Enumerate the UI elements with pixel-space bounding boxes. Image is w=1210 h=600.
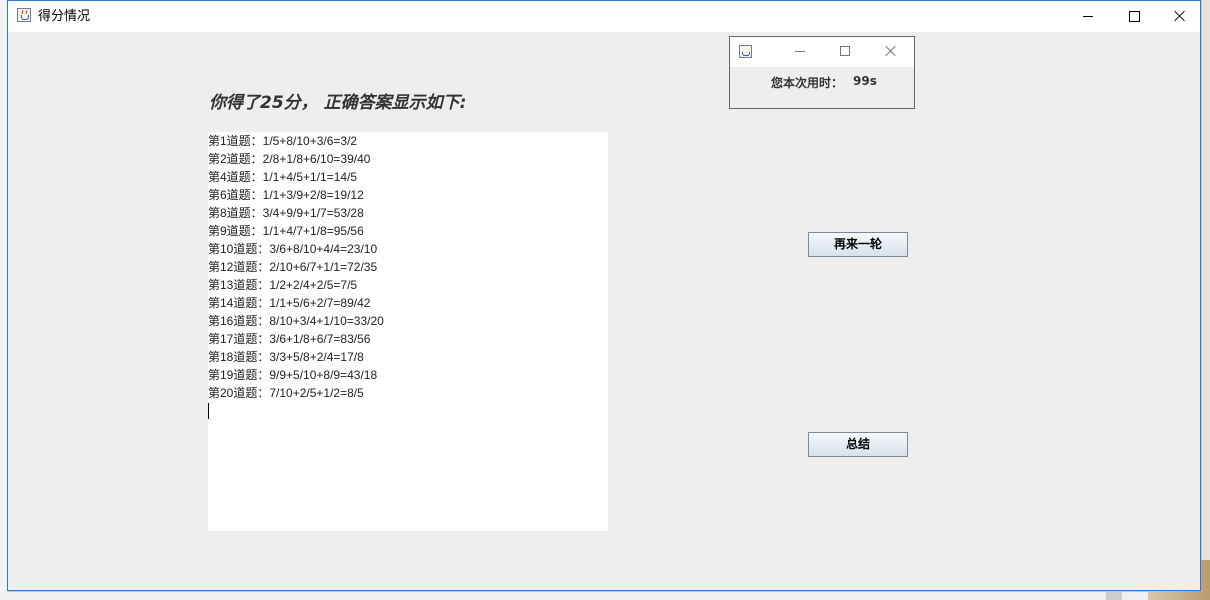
window-title: 得分情况 xyxy=(38,9,91,24)
desktop-background-right xyxy=(1202,0,1210,600)
answer-line: 第13道题：1/2+2/4+2/5=7/5 xyxy=(208,278,358,292)
answer-line: 第1道题：1/5+8/10+3/6=3/2 xyxy=(208,134,358,148)
maximize-icon[interactable] xyxy=(825,37,865,67)
elapsed-time-label: 您本次用时： xyxy=(771,76,844,90)
answer-line: 第17道题：3/6+1/8+6/7=83/56 xyxy=(208,332,371,346)
java-app-icon xyxy=(739,45,752,58)
desktop-background-bottom xyxy=(0,592,1210,600)
elapsed-time-value: 99s xyxy=(853,74,877,88)
summary-button[interactable]: 总结 xyxy=(808,432,908,457)
answer-line: 第18道题：3/3+5/8+2/4=17/8 xyxy=(208,350,364,364)
window-titlebar[interactable]: 得分情况 xyxy=(8,1,1200,32)
answer-line: 第4道题：1/1+4/5+1/1=14/5 xyxy=(208,170,358,184)
score-window: 得分情况 你得了25分， 正确答案显示如下: 第1道题：1/5+8/10+3/6… xyxy=(7,0,1201,591)
close-icon[interactable] xyxy=(870,37,910,67)
answer-line: 第19道题：9/9+5/10+8/9=43/18 xyxy=(208,368,378,382)
answer-line: 第20道题：7/10+2/5+1/2=8/5 xyxy=(208,386,364,400)
score-headline: 你得了25分， 正确答案显示如下: xyxy=(209,93,467,113)
answer-line: 第10道题：3/6+8/10+4/4=23/10 xyxy=(208,242,378,256)
answer-line: 第6道题：1/1+3/9+2/8=19/12 xyxy=(208,188,364,202)
timer-titlebar[interactable] xyxy=(730,37,914,67)
answer-line: 第14道题：1/1+5/6+2/7=89/42 xyxy=(208,296,371,310)
answers-text-area[interactable]: 第1道题：1/5+8/10+3/6=3/2 第2道题：2/8+1/8+6/10=… xyxy=(208,132,608,531)
answer-line: 第9道题：1/1+4/7+1/8=95/56 xyxy=(208,224,364,238)
answer-line: 第12道题：2/10+6/7+1/1=72/35 xyxy=(208,260,378,274)
maximize-icon[interactable] xyxy=(1110,1,1156,32)
play-again-button[interactable]: 再来一轮 xyxy=(808,232,908,257)
close-icon[interactable] xyxy=(1156,1,1202,32)
timer-dialog: 您本次用时： 99s xyxy=(729,36,915,109)
background-scrollbar xyxy=(1106,592,1122,600)
minimize-icon[interactable] xyxy=(780,37,820,67)
answer-line: 第8道题：3/4+9/9+1/7=53/28 xyxy=(208,206,364,220)
minimize-icon[interactable] xyxy=(1064,1,1110,32)
answer-line: 第2道题：2/8+1/8+6/10=39/40 xyxy=(208,152,371,166)
java-app-icon xyxy=(17,8,31,22)
text-caret xyxy=(208,403,209,419)
answer-line: 第16道题：8/10+3/4+1/10=33/20 xyxy=(208,314,384,328)
